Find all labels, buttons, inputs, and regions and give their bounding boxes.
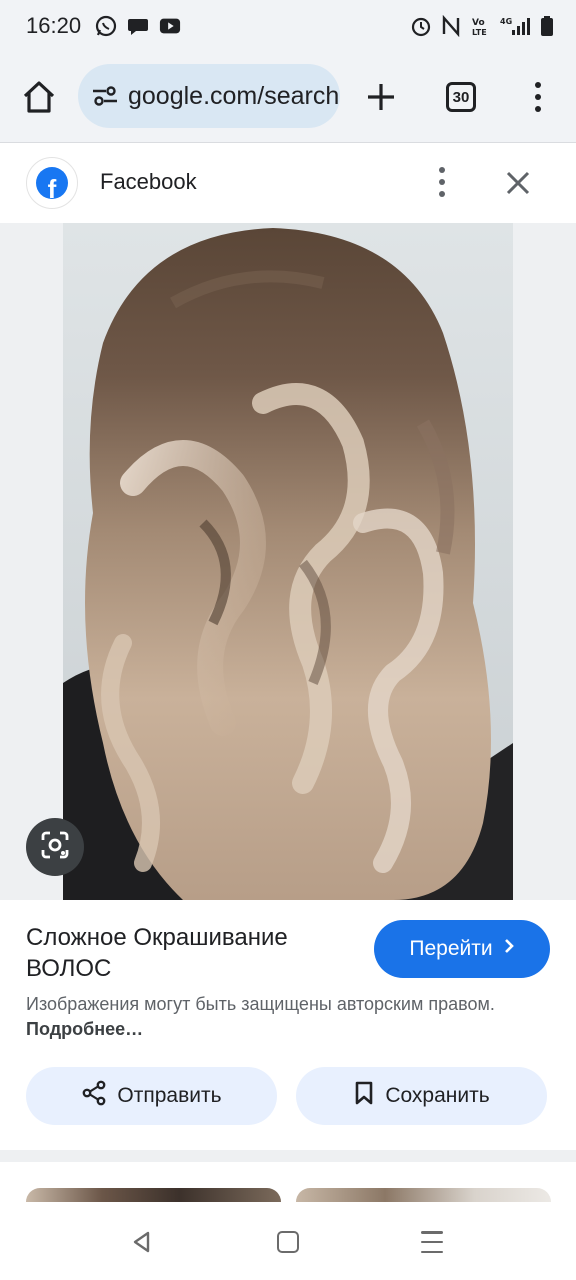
visit-button[interactable]: Перейти <box>374 920 550 978</box>
chevron-right-icon <box>503 937 515 961</box>
status-bar: 16:20 Vo LTE 4G <box>0 0 576 52</box>
share-label: Отправить <box>117 1084 222 1107</box>
more-options-icon[interactable] <box>436 167 448 197</box>
save-button[interactable]: Сохранить <box>296 1067 547 1125</box>
visit-button-label: Перейти <box>409 937 493 960</box>
system-icons: Vo LTE 4G <box>410 15 554 37</box>
svg-text:LTE: LTE <box>472 28 487 37</box>
status-time: 16:20 <box>26 13 82 38</box>
notification-icons <box>95 15 181 37</box>
copyright-notice: Изображения могут быть защищены авторски… <box>26 992 546 1042</box>
whatsapp-icon <box>95 15 117 37</box>
image-preview-area <box>0 223 576 900</box>
related-images <box>0 1162 576 1202</box>
image-info-panel: Сложное Окрашивание ВОЛОС Перейти Изобра… <box>0 900 576 1150</box>
home-nav-icon[interactable] <box>277 1231 299 1253</box>
youtube-icon <box>159 15 181 37</box>
copyright-text: Изображения могут быть защищены авторски… <box>26 994 495 1014</box>
svg-text:Vo: Vo <box>472 18 485 28</box>
battery-icon <box>540 15 554 37</box>
result-title[interactable]: Сложное Окрашивание ВОЛОС <box>26 922 356 984</box>
tab-switcher-button[interactable]: 30 <box>446 82 476 112</box>
learn-more-link[interactable]: Подробнее… <box>26 1019 143 1039</box>
alarm-icon <box>410 15 432 37</box>
bookmark-icon <box>353 1080 375 1112</box>
recents-icon[interactable] <box>421 1231 443 1253</box>
source-name[interactable]: Facebook <box>100 169 197 195</box>
site-settings-icon[interactable] <box>90 81 120 111</box>
related-image-thumbnail[interactable] <box>296 1188 551 1202</box>
share-icon <box>81 1080 107 1112</box>
svg-text:4G: 4G <box>500 17 512 26</box>
source-favicon: f <box>26 157 78 209</box>
browser-toolbar: google.com/search 30 <box>0 52 576 142</box>
address-bar[interactable]: google.com/search <box>78 64 340 128</box>
signal-4g-icon: 4G <box>500 15 532 37</box>
more-menu-icon[interactable] <box>526 78 550 116</box>
home-icon[interactable] <box>18 76 60 118</box>
nfc-icon <box>440 15 462 37</box>
back-icon[interactable] <box>130 1230 154 1254</box>
close-icon[interactable] <box>502 167 534 199</box>
messages-icon <box>127 15 149 37</box>
google-lens-button[interactable] <box>26 818 84 876</box>
lens-icon <box>39 829 71 866</box>
source-header: f Facebook <box>0 143 576 223</box>
share-button[interactable]: Отправить <box>26 1067 277 1125</box>
system-navigation-bar <box>0 1202 576 1280</box>
facebook-icon: f <box>36 167 68 199</box>
volte-icon: Vo LTE <box>470 15 492 37</box>
related-image-thumbnail[interactable] <box>26 1188 281 1202</box>
url-text[interactable]: google.com/search <box>128 82 339 111</box>
new-tab-icon[interactable] <box>362 78 400 116</box>
section-divider <box>0 1150 576 1162</box>
hair-photo[interactable] <box>63 223 513 900</box>
save-label: Сохранить <box>385 1084 490 1107</box>
